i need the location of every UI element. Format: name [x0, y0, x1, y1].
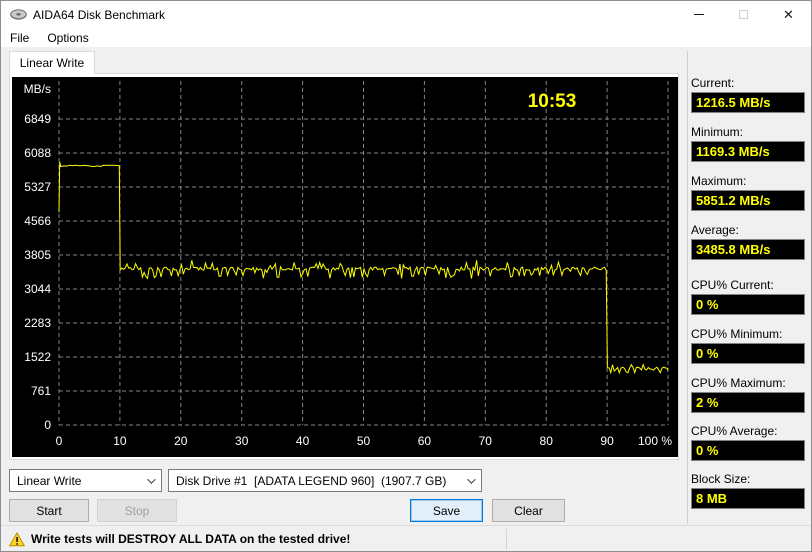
y-tick-label: 5327 — [24, 180, 51, 194]
y-tick-label: 761 — [31, 384, 51, 398]
stop-button: Stop — [97, 499, 177, 522]
app-window: AIDA64 Disk Benchmark ✕ File Options Lin… — [0, 0, 812, 552]
stat-label-maximum: Maximum: — [691, 174, 747, 188]
stat-label-minimum: Minimum: — [691, 125, 744, 139]
x-tick-label: 100 % — [638, 434, 672, 448]
start-button[interactable]: Start — [9, 499, 89, 522]
x-tick-label: 70 — [479, 434, 493, 448]
stat-label-cpu-maximum: CPU% Maximum: — [691, 376, 786, 390]
elapsed-time: 10:53 — [528, 91, 577, 112]
stat-value-minimum: 1169.3 MB/s — [691, 141, 805, 162]
test-type-select[interactable]: Linear Write — [9, 469, 162, 492]
title-bar: AIDA64 Disk Benchmark ✕ — [1, 1, 811, 28]
menu-bar: File Options — [1, 28, 811, 47]
warning-triangle-icon — [9, 531, 25, 547]
drive-value: Disk Drive #1 [ADATA LEGEND 960] (1907.7… — [176, 473, 447, 488]
stat-value-cpu-current: 0 % — [691, 294, 805, 315]
x-tick-label: 50 — [357, 434, 371, 448]
menu-file[interactable]: File — [10, 31, 29, 45]
y-tick-label: 6088 — [24, 146, 51, 160]
y-tick-label: 3044 — [24, 282, 51, 296]
chevron-down-icon — [147, 475, 156, 484]
stat-label-cpu-average: CPU% Average: — [691, 424, 778, 438]
y-tick-label: 3805 — [24, 248, 51, 262]
stat-value-current: 1216.5 MB/s — [691, 92, 805, 113]
stat-label-cpu-minimum: CPU% Minimum: — [691, 327, 783, 341]
stat-value-cpu-minimum: 0 % — [691, 343, 805, 364]
stat-label-cpu-current: CPU% Current: — [691, 278, 774, 292]
y-axis-unit: MB/s — [24, 82, 51, 96]
warning-message: Write tests will DESTROY ALL DATA on the… — [31, 532, 351, 546]
tab-linear-write[interactable]: Linear Write — [9, 51, 95, 74]
x-tick-label: 60 — [418, 434, 432, 448]
stat-label-block-size: Block Size: — [691, 472, 751, 486]
y-tick-label: 0 — [44, 418, 51, 432]
stat-value-cpu-maximum: 2 % — [691, 392, 805, 413]
status-bar: Write tests will DESTROY ALL DATA on the… — [1, 525, 811, 551]
save-button[interactable]: Save — [410, 499, 483, 522]
panel-separator — [687, 51, 688, 524]
y-tick-label: 1522 — [24, 350, 51, 364]
window-title: AIDA64 Disk Benchmark — [33, 7, 166, 22]
tab-page: MB/s 6849 6088 5327 4566 3805 3044 2283 1522 761 0… — [9, 73, 679, 460]
x-tick-label: 80 — [540, 434, 554, 448]
stat-value-maximum: 5851.2 MB/s — [691, 190, 805, 211]
y-tick-label: 6849 — [24, 112, 51, 126]
clear-button[interactable]: Clear — [492, 499, 565, 522]
menu-options[interactable]: Options — [47, 31, 88, 45]
stat-label-current: Current: — [691, 76, 735, 90]
y-tick-label: 2283 — [24, 316, 51, 330]
y-tick-label: 4566 — [24, 214, 51, 228]
stat-label-average: Average: — [691, 223, 739, 237]
maximize-button — [721, 1, 766, 28]
x-tick-label: 90 — [600, 434, 614, 448]
benchmark-chart: MB/s 6849 6088 5327 4566 3805 3044 2283 1522 761 0… — [12, 77, 678, 457]
disk-icon — [10, 8, 27, 21]
x-tick-label: 40 — [296, 434, 310, 448]
x-tick-label: 30 — [235, 434, 249, 448]
x-tick-label: 0 — [56, 434, 63, 448]
statusbar-divider — [506, 529, 507, 550]
minimize-icon — [693, 14, 704, 15]
drive-select[interactable]: Disk Drive #1 [ADATA LEGEND 960] (1907.7… — [168, 469, 482, 492]
stat-value-block-size: 8 MB — [691, 488, 805, 509]
minimize-button[interactable] — [676, 1, 721, 28]
x-tick-label: 20 — [174, 434, 188, 448]
stat-value-average: 3485.8 MB/s — [691, 239, 805, 260]
close-button[interactable]: ✕ — [766, 1, 811, 28]
chevron-down-icon — [467, 475, 476, 484]
x-tick-label: 10 — [113, 434, 127, 448]
test-type-value: Linear Write — [17, 473, 82, 488]
maximize-icon — [739, 10, 748, 19]
chart-canvas: MB/s 6849 6088 5327 4566 3805 3044 2283 1522 761 0… — [24, 81, 672, 448]
stat-value-cpu-average: 0 % — [691, 440, 805, 461]
